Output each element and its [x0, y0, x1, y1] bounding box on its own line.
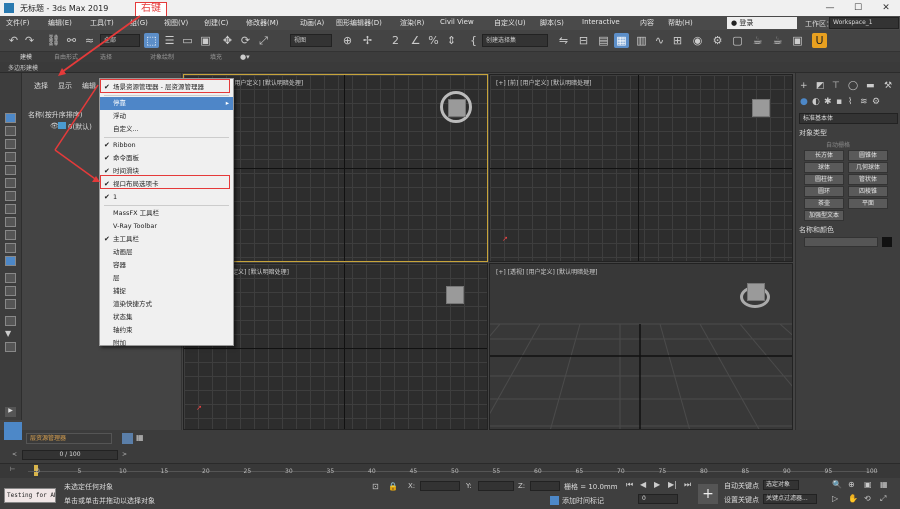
annotation-arrows [54, 15, 141, 182]
app-window: 无标题 - 3ds Max 2019 — ☐ ✕ 右键 文件(F) 编辑(E) 工具… [0, 0, 900, 509]
